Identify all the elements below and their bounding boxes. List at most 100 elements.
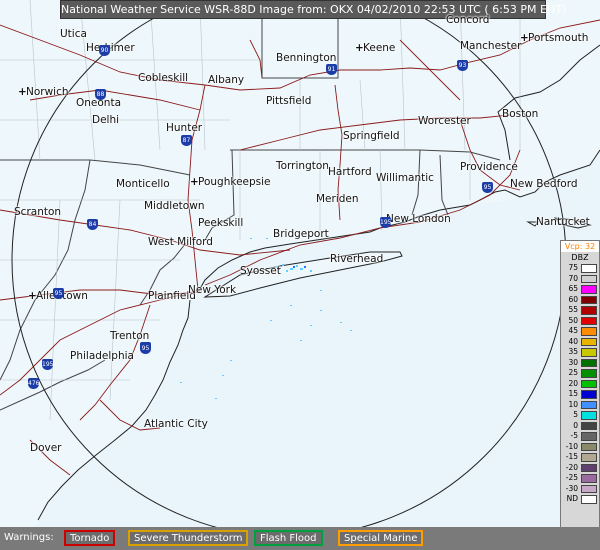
place-label: Boston: [494, 108, 538, 120]
legend-row: 60: [561, 295, 599, 306]
place-label: Utica: [52, 28, 87, 40]
place-name: Springfield: [343, 130, 400, 142]
legend-value: 25: [568, 368, 578, 377]
legend-swatch: [581, 327, 597, 336]
place-label: Willimantic: [368, 172, 434, 184]
interstate-shield-icon: 91: [326, 64, 337, 75]
legend-swatch: [581, 316, 597, 325]
place-name: Cobleskill: [138, 72, 189, 84]
place-label: West Milford: [140, 236, 213, 248]
legend-product: Vcp: 32: [561, 241, 599, 252]
place-label: Peekskill: [190, 217, 243, 229]
warning-severe-thunderstorm-button[interactable]: Severe Thunderstorm: [128, 530, 249, 546]
place-name: Syosset: [240, 265, 281, 277]
place-name: Bridgeport: [273, 228, 329, 240]
place-label: Riverhead: [322, 253, 383, 265]
place-label: Meriden: [308, 193, 359, 205]
legend-swatch: [581, 463, 597, 472]
place-label: Bridgeport: [265, 228, 329, 240]
legend-row: 50: [561, 316, 599, 327]
place-name: Worcester: [418, 115, 471, 127]
place-label: Manchester: [452, 40, 521, 52]
place-label: Delhi: [84, 114, 119, 126]
place-label: Oneonta: [68, 97, 121, 109]
legend-row: 65: [561, 284, 599, 295]
interstate-shield-icon: 93: [457, 60, 468, 71]
place-label: Middletown: [136, 200, 204, 212]
city-marker-icon: +: [520, 32, 529, 44]
legend-row: 55: [561, 305, 599, 316]
legend-swatch: [581, 379, 597, 388]
legend-row: -30: [561, 484, 599, 495]
city-marker-icon: +: [18, 86, 27, 98]
legend-row: 30: [561, 358, 599, 369]
warnings-label: Warnings:: [4, 532, 54, 543]
interstate-shield-icon: 87: [181, 135, 192, 146]
legend-swatch: [581, 295, 597, 304]
place-name: Keene: [363, 42, 396, 54]
legend-row: 75: [561, 263, 599, 274]
place-name: West Milford: [148, 236, 213, 248]
legend-swatch: [581, 400, 597, 409]
legend-value: 20: [568, 378, 578, 388]
legend-row: 10: [561, 400, 599, 411]
place-label: Monticello: [108, 178, 170, 190]
place-name: Monticello: [116, 178, 170, 190]
legend-swatch: [581, 421, 597, 430]
city-marker-icon: +: [28, 290, 37, 302]
legend-swatch: [581, 432, 597, 441]
place-name: Poughkeepsie: [198, 176, 271, 188]
reflectivity-legend: Vcp: 32 DBZ 75 70 65 60 55 50 45 40 35 30 25 20 15 10…: [560, 240, 600, 527]
legend-value: -10: [565, 441, 578, 451]
place-name: Manchester: [460, 40, 522, 52]
legend-row: 20: [561, 379, 599, 390]
place-label: Worcester: [410, 115, 471, 127]
place-label: Nantucket: [528, 216, 590, 228]
place-name: Albany: [208, 74, 245, 86]
legend-value: -30: [565, 483, 578, 493]
place-name: Delhi: [92, 114, 120, 126]
place-name: Meriden: [316, 193, 359, 205]
legend-row: 0: [561, 421, 599, 432]
place-label: Atlantic City: [136, 418, 208, 430]
legend-swatch: [581, 358, 597, 367]
legend-value: -15: [565, 452, 578, 461]
place-label: Syosset: [232, 265, 281, 277]
legend-value: 65: [568, 284, 578, 293]
city-marker-icon: +: [190, 176, 199, 188]
place-name: Concord: [446, 14, 490, 26]
legend-swatch: [581, 453, 597, 462]
place-label: +Keene: [355, 42, 395, 54]
legend-value: 0: [573, 420, 578, 430]
place-name: Boston: [502, 108, 539, 120]
place-name: Herkimer: [86, 42, 135, 54]
place-label: Albany: [200, 74, 244, 86]
warning-tornado-button[interactable]: Tornado: [64, 530, 116, 546]
place-name: Providence: [460, 161, 518, 173]
legend-value: -25: [565, 473, 578, 482]
place-label: Hartford: [320, 166, 372, 178]
legend-row: -15: [561, 452, 599, 463]
legend-row: -25: [561, 473, 599, 484]
place-name: New Bedford: [510, 178, 578, 190]
legend-swatch: [581, 411, 597, 420]
legend-value: 75: [568, 263, 578, 272]
place-name: Bennington: [276, 52, 337, 64]
legend-row: ND: [561, 494, 599, 505]
legend-value: 30: [568, 357, 578, 367]
radar-map[interactable]: National Weather Service WSR-88D Image f…: [0, 0, 600, 527]
interstate-shield-icon: 84: [87, 219, 98, 230]
place-label: Trenton: [102, 330, 149, 342]
legend-swatch: [581, 306, 597, 315]
legend-swatch: [581, 390, 597, 399]
place-label: +Norwich: [18, 86, 69, 98]
place-name: Norwich: [26, 86, 69, 98]
place-name: Pittsfield: [266, 95, 312, 107]
legend-swatch: [581, 484, 597, 493]
place-label: New Bedford: [502, 178, 578, 190]
warning-flash-flood-button[interactable]: Flash Flood: [254, 530, 323, 546]
legend-row: -10: [561, 442, 599, 453]
place-name: Portsmouth: [528, 32, 589, 44]
warning-special-marine-button[interactable]: Special Marine: [338, 530, 424, 546]
legend-row: 35: [561, 347, 599, 358]
